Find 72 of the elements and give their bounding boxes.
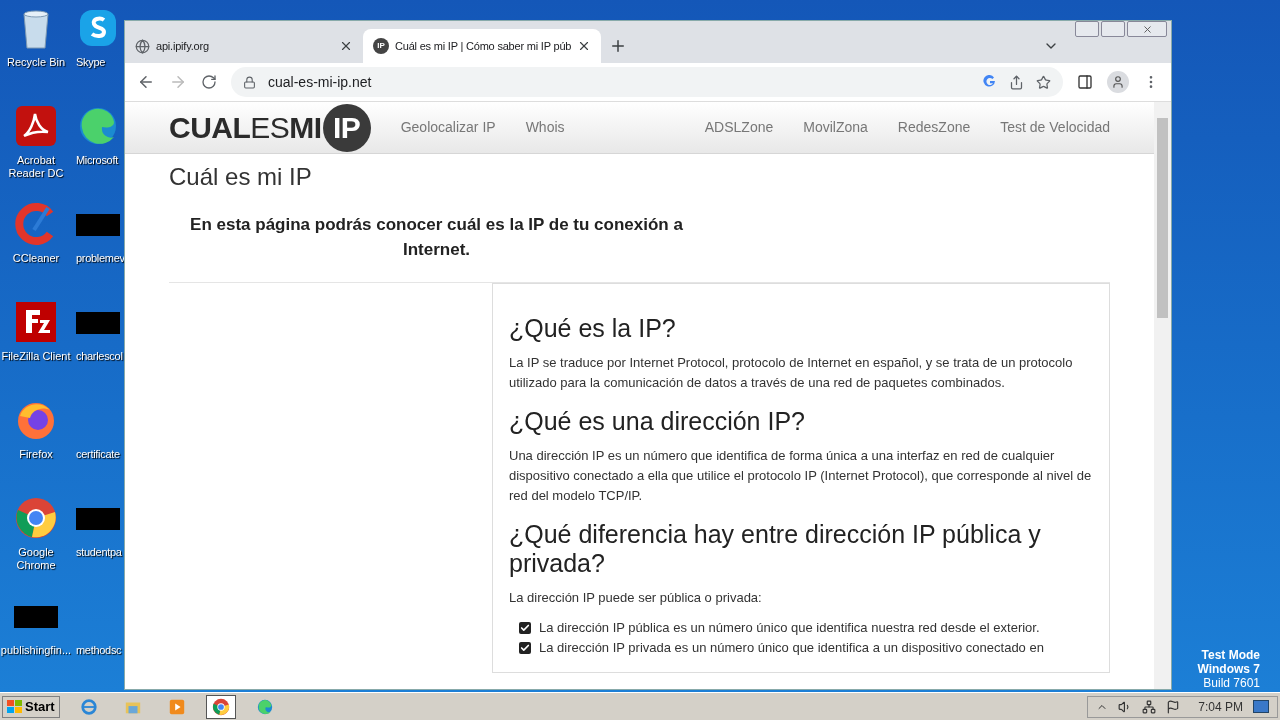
- taskbar-app[interactable]: [205, 694, 236, 719]
- desktop-icon-label[interactable]: methodsc: [76, 644, 122, 657]
- intro-text: En esta página podrás conocer cuál es la IP de tu conexión a Internet.: [189, 214, 684, 261]
- site-favicon: IP: [373, 38, 389, 54]
- desktop-icon-label[interactable]: studentpa: [76, 546, 122, 559]
- desktop-icon-label[interactable]: charlescol: [76, 350, 123, 363]
- nav-link[interactable]: Whois: [525, 117, 565, 138]
- desktop-icon-label[interactable]: problemev: [76, 252, 125, 265]
- chrome-icon: [211, 697, 230, 716]
- filezilla-icon: [14, 300, 58, 344]
- side-panel-icon[interactable]: [1077, 74, 1093, 90]
- minimize-button[interactable]: [1075, 21, 1099, 37]
- nav-link[interactable]: RedesZone: [897, 117, 971, 138]
- nav-link[interactable]: ADSLZone: [704, 117, 774, 138]
- start-button[interactable]: Start: [2, 695, 60, 718]
- network-icon[interactable]: [1142, 699, 1157, 714]
- desktop-icon-label[interactable]: Google Chrome: [0, 546, 72, 572]
- media-player-icon: [167, 697, 186, 716]
- nav-link[interactable]: Test de Velocidad: [1000, 117, 1110, 138]
- scrollbar[interactable]: [1154, 102, 1171, 689]
- browser-tab[interactable]: IP Cuál es mi IP | Cómo saber mi IP púb: [363, 29, 601, 63]
- clock-time[interactable]: 7:04 PM: [1198, 697, 1243, 716]
- lock-icon: [243, 75, 256, 89]
- desktop-icon-label[interactable]: Recycle Bin: [0, 56, 72, 69]
- os-notice-text: Test Mode: [1201, 648, 1260, 662]
- chrome-icon: [14, 496, 58, 540]
- desktop-icon-label[interactable]: Firefox: [0, 448, 72, 461]
- google-icon[interactable]: [983, 75, 997, 89]
- profile-avatar[interactable]: [1107, 71, 1129, 93]
- checklist-text: La dirección IP privada es un número único que identifica a un dispositivo conectado en: [539, 639, 1044, 658]
- desktop-icon-label[interactable]: CCleaner: [0, 252, 72, 265]
- desktop-icon-label[interactable]: Skype: [76, 56, 106, 69]
- reload-icon[interactable]: [201, 74, 217, 90]
- acrobat-icon: [14, 104, 58, 148]
- os-notice-text: Build 7601: [1203, 676, 1260, 690]
- close-icon[interactable]: [339, 39, 353, 53]
- site-logo[interactable]: CUALESMI IP: [169, 103, 371, 152]
- os-notice-text: Windows 7: [1197, 662, 1260, 676]
- section-heading: ¿Qué diferencia hay entre dirección IP pública y privada?: [509, 520, 1042, 578]
- section-paragraph: La dirección IP puede ser pública o privada:: [509, 589, 763, 607]
- globe-icon: [135, 38, 150, 54]
- ie-icon: [79, 697, 98, 716]
- tab-title: api.ipify.org: [156, 38, 210, 54]
- nav-link[interactable]: Geolocalizar IP: [400, 117, 496, 138]
- close-button[interactable]: [1127, 21, 1167, 37]
- edge-icon: [255, 697, 274, 716]
- section-paragraph: Una dirección IP es un número que identifica de forma única a una interfaz en red de cualquier dispositivo conectado a ella que utilice el protocolo IP (Internet Protocol), que corresponde al nivel de red del modelo TCP/IP.: [509, 447, 1093, 505]
- desktop-icon-label[interactable]: publishingfin...: [0, 644, 72, 657]
- tab-title: Cuál es mi IP | Cómo saber mi IP púb: [395, 38, 572, 54]
- desktop-icon-label[interactable]: certificate: [76, 448, 120, 461]
- close-icon[interactable]: [1141, 23, 1153, 35]
- address-bar[interactable]: cual-es-mi-ip.net: [231, 67, 1063, 97]
- section-paragraph: La IP se traduce por Internet Protocol, protocolo de Internet en español, y se trata de un protocolo utilizado para la comunicación de datos a través de una red de paquetes combinados.: [509, 354, 1074, 392]
- desktop-icon-label[interactable]: FileZilla Client: [0, 350, 72, 363]
- url-text: cual-es-mi-ip.net: [268, 72, 372, 92]
- nav-link[interactable]: MovilZona: [803, 117, 868, 138]
- windows-logo-icon: [7, 699, 23, 714]
- bookmark-star-icon[interactable]: [1036, 74, 1051, 90]
- desktop-icon-label[interactable]: Microsoft: [76, 154, 118, 167]
- checkbox[interactable]: [519, 642, 531, 654]
- section-heading: ¿Qué es una dirección IP?: [509, 407, 806, 436]
- maximize-button[interactable]: [1101, 21, 1125, 37]
- section-heading: ¿Qué es la IP?: [509, 314, 677, 343]
- back-icon[interactable]: [137, 73, 155, 91]
- flag-icon[interactable]: [1166, 699, 1181, 714]
- checkbox[interactable]: [519, 622, 531, 634]
- page-title: Cuál es mi IP: [169, 162, 313, 192]
- desktop-icon-label[interactable]: Acrobat Reader DC: [0, 154, 72, 180]
- new-tab-icon[interactable]: [609, 37, 627, 55]
- share-icon[interactable]: [1009, 74, 1024, 90]
- checklist-text: La dirección IP pública es un número único que identifica nuestra red desde el exterior.: [539, 619, 1040, 638]
- browser-tab[interactable]: api.ipify.org: [125, 29, 363, 63]
